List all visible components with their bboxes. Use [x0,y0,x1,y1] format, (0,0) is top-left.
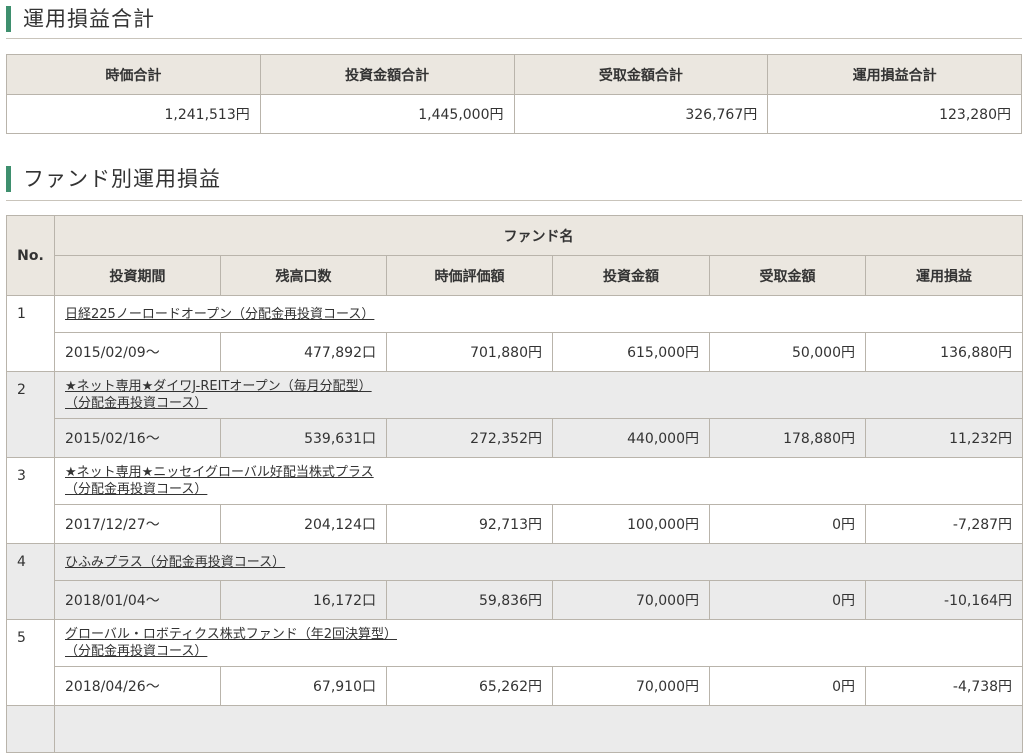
header-invested: 投資金額 [552,255,710,296]
fund-market-value: 65,262円 [386,666,553,706]
fund-period: 2018/04/26〜 [54,666,221,706]
header-received: 受取金額 [709,255,866,296]
fund-data-row: 2018/04/26〜 67,910口 65,262円 70,000円 0円 -… [7,666,1024,706]
funds-section-title: ファンド別運用損益 [6,166,221,192]
fund-pnl: 11,232円 [864,418,1024,458]
fund-pnl: -7,287円 [864,504,1024,544]
fund-units: 204,124口 [220,504,387,544]
fund-data-row: 2018/01/04〜 16,172口 59,836円 70,000円 0円 -… [7,580,1024,620]
invested-total: 1,445,000円 [259,94,515,134]
fund-no: 3 [6,457,55,544]
market-value-total: 1,241,513円 [6,94,261,134]
fund-received: 0円 [709,580,866,620]
fund-name-cell: ★ネット専用★ニッセイグローバル好配当株式プラス （分配金再投資コース） [53,457,1024,505]
fund-name-line1: グローバル・ロボティクス株式ファンド（年2回決算型） [65,627,397,642]
fund-pnl: -10,164円 [864,580,1024,620]
fund-data-row: 2015/02/16〜 539,631口 272,352円 440,000円 1… [7,418,1024,458]
fund-name-row: 1 日経225ノーロードオープン（分配金再投資コース） [6,295,1024,372]
fund-period: 2015/02/09〜 [54,332,221,372]
fund-no: 2 [6,371,55,458]
header-period: 投資期間 [54,255,221,296]
fund-invested: 70,000円 [552,666,710,706]
fund-name-cell: グローバル・ロボティクス株式ファンド（年2回決算型） （分配金再投資コース） [53,619,1024,667]
fund-name-line1: ★ネット専用★ダイワJ-REITオープン（毎月分配型） [65,379,372,394]
fund-period: 2018/01/04〜 [54,580,221,620]
header-market-value: 時価評価額 [386,255,553,296]
fund-name-link[interactable]: ★ネット専用★ダイワJ-REITオープン（毎月分配型） （分配金再投資コース） [65,378,372,412]
fund-name-line1: ★ネット専用★ニッセイグローバル好配当株式プラス [65,465,374,480]
funds-header-row-1: No. ファンド名 [6,215,1024,296]
fund-name-row: 4 ひふみプラス（分配金再投資コース） [6,543,1024,620]
fund-units: 67,910口 [220,666,387,706]
fund-name-link[interactable]: 日経225ノーロードオープン（分配金再投資コース） [65,306,374,323]
fund-invested: 100,000円 [552,504,710,544]
fund-no: 5 [6,619,55,706]
fund-market-value: 701,880円 [386,332,553,372]
fund-name-cell: ★ネット専用★ダイワJ-REITオープン（毎月分配型） （分配金再投資コース） [53,371,1024,419]
fund-units: 539,631口 [220,418,387,458]
fund-name-cell: ひふみプラス（分配金再投資コース） [53,543,1024,581]
summary-value-row: 1,241,513円 1,445,000円 326,767円 123,280円 [6,94,1022,134]
header-pnl-total: 運用損益合計 [767,54,1022,95]
fund-name-link[interactable]: ひふみプラス（分配金再投資コース） [65,554,285,571]
fund-pnl: -4,738円 [864,666,1024,706]
fund-name-cell: 日経225ノーロードオープン（分配金再投資コース） [53,295,1024,333]
fund-invested: 440,000円 [552,418,710,458]
fund-name-row: 5 グローバル・ロボティクス株式ファンド（年2回決算型） （分配金再投資コース） [6,619,1024,706]
summary-header-row: 時価合計 投資金額合計 受取金額合計 運用損益合計 [6,54,1022,95]
fund-invested: 70,000円 [552,580,710,620]
summary-table: 時価合計 投資金額合計 受取金額合計 運用損益合計 1,241,513円 1,4… [6,54,1022,134]
pnl-total: 123,280円 [767,94,1022,134]
fund-market-value: 92,713円 [386,504,553,544]
funds-table: No. ファンド名 投資期間 残高口数 時価評価額 投資金額 受取金額 運用損益… [6,215,1024,753]
header-no: No. [6,215,55,296]
header-pnl: 運用損益 [864,255,1024,296]
fund-data-row: 2015/02/09〜 477,892口 701,880円 615,000円 5… [7,332,1024,372]
fund-name-row: 2 ★ネット専用★ダイワJ-REITオープン（毎月分配型） （分配金再投資コース） [6,371,1024,458]
header-invested-total: 投資金額合計 [259,54,515,95]
fund-received: 178,880円 [709,418,866,458]
fund-market-value: 272,352円 [386,418,553,458]
fund-no-partial [6,705,55,753]
fund-period: 2017/12/27〜 [54,504,221,544]
fund-invested: 615,000円 [552,332,710,372]
fund-units: 16,172口 [220,580,387,620]
fund-name-link[interactable]: グローバル・ロボティクス株式ファンド（年2回決算型） （分配金再投資コース） [65,626,397,660]
summary-section-title: 運用損益合計 [6,6,155,32]
funds-header-row-2: 投資期間 残高口数 時価評価額 投資金額 受取金額 運用損益 [7,255,1024,296]
header-units: 残高口数 [220,255,387,296]
fund-name-row: 3 ★ネット専用★ニッセイグローバル好配当株式プラス （分配金再投資コース） [6,457,1024,544]
fund-market-value: 59,836円 [386,580,553,620]
fund-no: 4 [6,543,55,620]
fund-no: 1 [6,295,55,372]
fund-units: 477,892口 [220,332,387,372]
fund-pnl: 136,880円 [864,332,1024,372]
fund-name-line2: （分配金再投資コース） [65,482,208,497]
fund-received: 0円 [709,666,866,706]
fund-name-cell-partial [53,705,1024,753]
summary-title-rule [6,38,1022,39]
fund-data-row: 2017/12/27〜 204,124口 92,713円 100,000円 0円… [7,504,1024,544]
fund-name-row-partial [6,705,1024,753]
fund-name-line2: （分配金再投資コース） [65,644,208,659]
fund-received: 50,000円 [709,332,866,372]
header-received-total: 受取金額合計 [513,54,769,95]
header-market-value-total: 時価合計 [6,54,261,95]
fund-name-link[interactable]: ★ネット専用★ニッセイグローバル好配当株式プラス （分配金再投資コース） [65,464,374,498]
received-total: 326,767円 [513,94,769,134]
funds-title-rule [6,200,1022,201]
fund-received: 0円 [709,504,866,544]
fund-name-line2: （分配金再投資コース） [65,396,208,411]
fund-period: 2015/02/16〜 [54,418,221,458]
header-fund-name: ファンド名 [53,215,1024,256]
